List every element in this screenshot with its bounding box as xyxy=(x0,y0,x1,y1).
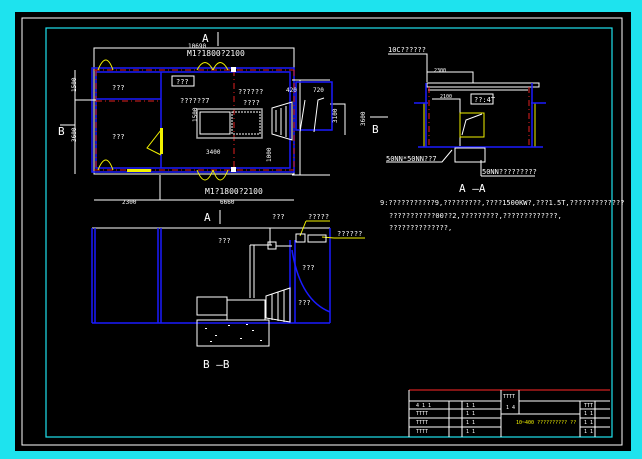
cell: 1 1 xyxy=(466,420,475,426)
room-label-large: ??? xyxy=(112,133,125,141)
section-mark-b-left: B xyxy=(58,125,65,138)
label-machine: ?????? xyxy=(238,88,263,96)
cell: 4 1 1 xyxy=(416,403,431,409)
door-label-top: M1?1800?2100 xyxy=(187,49,245,58)
dim1: 2300 xyxy=(434,68,446,74)
cell: TTTT xyxy=(416,411,428,417)
cad-drawing[interactable]: A 10690 M1?1800?2100 ??? ??? ??? ?????? … xyxy=(0,0,642,459)
dim-right4: 3600 xyxy=(360,111,367,126)
dim-right3: 3100 xyxy=(332,108,339,123)
cell: 1 1 xyxy=(584,429,593,435)
label-mid: ??:4T xyxy=(474,96,496,104)
section-mark-b-right: B xyxy=(372,123,379,136)
cell: 1 1 xyxy=(584,420,593,426)
label-right: ??? xyxy=(302,264,315,272)
note-line: ??????????????, xyxy=(389,224,452,232)
section-title-aa: A —A xyxy=(459,182,486,195)
dim-bottom2: 6660 xyxy=(220,199,235,206)
room-label-small: ??? xyxy=(112,84,125,92)
label-lower: ??? xyxy=(298,299,311,307)
cell: TTT xyxy=(584,403,593,409)
cell: 1 1 xyxy=(466,411,475,417)
cell: 1 1 xyxy=(466,429,475,435)
label-top1: ??? xyxy=(272,213,285,221)
cell: 1 1 xyxy=(584,411,593,417)
dim-right2: 720 xyxy=(313,87,324,94)
label-top2: ????? xyxy=(308,213,329,221)
note-line: 9:???????????9,?????????,????1500KW?,???… xyxy=(380,199,624,207)
drawing-title: 10~400 ?????????? ?? xyxy=(516,420,576,426)
cell: 1 4 xyxy=(506,405,515,411)
dim-small: 1500 xyxy=(192,107,199,122)
dim-bottom1: 2300 xyxy=(122,199,137,206)
label-room: ??? xyxy=(218,237,231,245)
section-mark-a-bottom: A xyxy=(204,211,211,224)
section-title-bb: B —B xyxy=(203,358,230,371)
label-right: 50NN????????? xyxy=(482,168,537,176)
cell: TTTT xyxy=(416,429,428,435)
label-box: ??? xyxy=(176,78,189,86)
door-label-bottom: M1?1800?2100 xyxy=(205,187,263,196)
drawing-canvas xyxy=(15,12,631,451)
cell: 1 1 xyxy=(466,403,475,409)
dim-engine-v: 1000 xyxy=(266,147,273,162)
label-top: 10C?????? xyxy=(388,46,426,54)
project-cell: TTTT xyxy=(503,394,515,400)
label-base: ??????7 xyxy=(180,97,210,105)
cell: TTTT xyxy=(416,420,428,426)
cad-window: A 10690 M1?1800?2100 ??? ??? ??? ?????? … xyxy=(0,0,642,459)
dim-right1: 420 xyxy=(286,87,297,94)
label-engine: ???? xyxy=(243,99,260,107)
label-top3: ?????? xyxy=(337,230,362,238)
dim-engine: 3400 xyxy=(206,149,221,156)
note-line: ???????????00??2,?????????,?????????????… xyxy=(389,212,562,220)
